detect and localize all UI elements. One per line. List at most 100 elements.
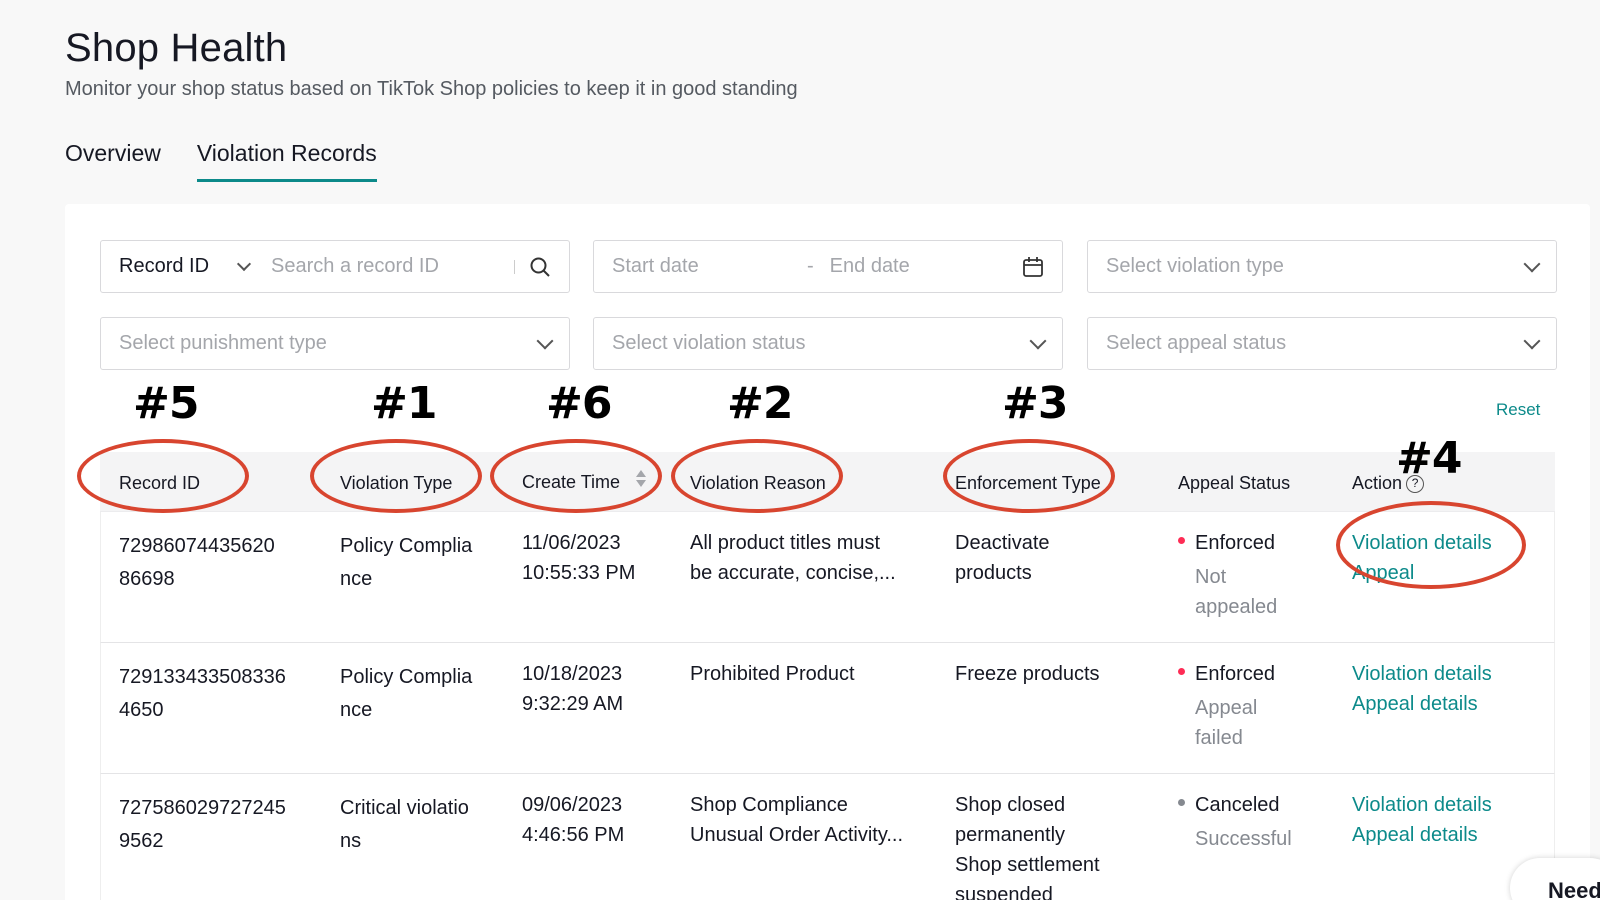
appeal-status-line: Not <box>1195 566 1227 588</box>
status-badge: Enforced <box>1195 532 1276 554</box>
appeal-status-select[interactable]: Select appeal status <box>1087 317 1557 370</box>
create-time-cell: 11/06/2023 10:55:33 PM <box>522 528 635 588</box>
violation-status-select[interactable]: Select violation status <box>593 317 1063 370</box>
violation-details-link[interactable]: Violation details <box>1352 790 1492 820</box>
action-cell: Violation details Appeal details <box>1352 790 1492 850</box>
violation-status-placeholder: Select violation status <box>612 332 806 354</box>
violation-type-line: ns <box>340 830 362 852</box>
chevron-down-icon <box>1523 332 1541 349</box>
enforcement-line: Deactivate <box>955 532 1050 554</box>
search-icon[interactable] <box>529 256 551 278</box>
chevron-down-icon <box>1029 332 1047 349</box>
record-id-cell: 729133433508336 4650 <box>119 661 286 727</box>
reason-line: All product titles must <box>690 532 881 554</box>
record-id-select[interactable]: Record ID <box>119 255 209 278</box>
tab-overview[interactable]: Overview <box>65 140 161 182</box>
create-date: 10/18/2023 <box>522 663 623 685</box>
annotation-ellipse <box>310 439 482 513</box>
help-widget[interactable]: Need <box>1510 858 1600 900</box>
violation-type-line: Critical violatio <box>340 797 469 819</box>
chevron-down-icon[interactable] <box>236 256 252 271</box>
reset-button[interactable]: Reset <box>1496 400 1540 420</box>
violation-type-cell: Policy Complia nce <box>340 661 472 727</box>
reason-line: Unusual Order Activity... <box>690 824 904 846</box>
search-input[interactable]: Search a record ID <box>271 255 514 278</box>
col-appeal-status: Appeal Status <box>1178 473 1291 493</box>
create-time: 10:55:33 PM <box>522 562 636 584</box>
violation-type-cell: Policy Complia nce <box>340 530 472 596</box>
col-action-label: Action <box>1352 473 1403 493</box>
appeal-status-line: Successful <box>1195 828 1292 850</box>
create-date: 11/06/2023 <box>522 532 621 554</box>
create-time: 4:46:56 PM <box>522 824 625 846</box>
annotation-label: #4 <box>1396 433 1462 484</box>
violation-type-select[interactable]: Select violation type <box>1087 240 1557 293</box>
page-subtitle: Monitor your shop status based on TikTok… <box>65 78 798 100</box>
date-separator: - <box>807 255 814 277</box>
record-id-line: 4650 <box>119 699 164 721</box>
reason-line: be accurate, concise,... <box>690 562 896 584</box>
enforcement-line: products <box>955 562 1032 584</box>
appeal-status-line: appealed <box>1195 596 1278 618</box>
enforcement-type-cell: Deactivate products <box>955 528 1050 588</box>
appeal-status-cell: Canceled Successful <box>1178 790 1292 854</box>
enforcement-type-cell: Freeze products <box>955 659 1100 689</box>
record-id-cell: 727586029727245 9562 <box>119 792 286 858</box>
annotation-ellipse <box>1336 501 1526 589</box>
tab-violation-records[interactable]: Violation Records <box>196 140 377 182</box>
reason-line: Shop Compliance <box>690 794 848 816</box>
violation-type-line: Policy Complia <box>340 666 473 688</box>
start-date-input[interactable]: Start date <box>612 255 807 278</box>
status-badge: Canceled <box>1195 794 1280 816</box>
status-badge: Enforced <box>1195 663 1276 685</box>
punishment-type-select[interactable]: Select punishment type <box>100 317 570 370</box>
violation-type-line: nce <box>340 699 373 721</box>
record-id-cell: 72986074435620 86698 <box>119 530 275 596</box>
create-time-cell: 10/18/2023 9:32:29 AM <box>522 659 623 719</box>
violation-reason-cell: Prohibited Product <box>690 659 855 689</box>
violation-details-link[interactable]: Violation details <box>1352 659 1492 689</box>
record-id-line: 72986074435620 <box>119 535 275 557</box>
record-id-line: 86698 <box>119 568 175 590</box>
record-id-line: 727586029727245 <box>119 797 286 819</box>
status-dot <box>1178 537 1185 545</box>
appeal-status-placeholder: Select appeal status <box>1106 332 1287 354</box>
annotation-label: #3 <box>1002 378 1068 429</box>
chevron-down-icon <box>1523 255 1541 272</box>
page-title: Shop Health <box>65 26 288 70</box>
violation-type-line: Policy Complia <box>340 535 473 557</box>
appeal-status-cell: Enforced Not appealed <box>1178 528 1277 622</box>
date-range-picker[interactable]: Start date - End date <box>593 240 1063 293</box>
calendar-icon[interactable] <box>1022 256 1044 278</box>
enforcement-line: Freeze products <box>955 663 1100 685</box>
record-id-line: 9562 <box>119 830 164 852</box>
tab-bar: Overview Violation Records <box>65 140 377 182</box>
appeal-status-line: failed <box>1195 727 1243 749</box>
end-date-input[interactable]: End date <box>830 255 1022 278</box>
enforcement-line: permanently <box>955 824 1066 846</box>
violation-type-cell: Critical violatio ns <box>340 792 469 858</box>
annotation-ellipse <box>943 439 1115 513</box>
divider <box>514 259 515 274</box>
annotation-ellipse <box>77 439 249 513</box>
appeal-details-link[interactable]: Appeal details <box>1352 689 1492 719</box>
create-time-cell: 09/06/2023 4:46:56 PM <box>522 790 624 850</box>
appeal-details-link[interactable]: Appeal details <box>1352 820 1492 850</box>
enforcement-line: suspended <box>955 884 1053 900</box>
appeal-status-line: Appeal <box>1195 697 1258 719</box>
enforcement-type-cell: Shop closed permanently Shop settlement sus… <box>955 790 1100 900</box>
annotation-ellipse <box>490 439 662 513</box>
enforcement-line: Shop settlement <box>955 854 1100 876</box>
punishment-type-placeholder: Select punishment type <box>119 332 327 354</box>
enforcement-line: Shop closed <box>955 794 1066 816</box>
chevron-down-icon <box>536 332 554 349</box>
annotation-label: #5 <box>133 378 199 429</box>
violation-reason-cell: Shop Compliance Unusual Order Activity... <box>690 790 903 850</box>
appeal-status-cell: Enforced Appeal failed <box>1178 659 1275 753</box>
create-time: 9:32:29 AM <box>522 693 624 715</box>
record-search-field: Record ID Search a record ID <box>100 240 570 293</box>
annotation-label: #2 <box>727 378 793 429</box>
violation-type-line: nce <box>340 568 373 590</box>
record-id-line: 729133433508336 <box>119 666 286 688</box>
status-dot <box>1178 799 1185 807</box>
